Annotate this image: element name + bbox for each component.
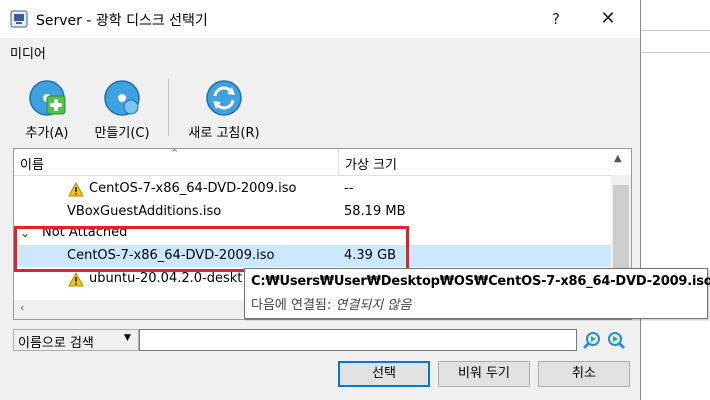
background-divider [640,30,710,31]
refresh-label: 새로 고침(R) [188,126,260,141]
menu-bar: 미디어 [0,38,640,64]
row-name: CentOS-7-x86_64-DVD-2009.iso [89,181,297,196]
background-divider [640,52,710,53]
sort-up-icon: ⌃ [170,148,180,160]
search-mode-select[interactable]: 이름으로 검색 ▼ [13,329,139,351]
close-button[interactable]: ✕ [588,6,628,32]
search-previous-icon[interactable] [581,329,603,351]
row-size: -- [344,181,354,196]
create-disk-icon [104,80,140,116]
row-size: 58.19 MB [344,204,406,219]
tree-row[interactable]: VBoxGuestAdditions.iso 58.19 MB [14,201,611,223]
warning-icon [68,272,84,287]
red-highlight-box [14,226,409,272]
scroll-left-icon[interactable]: ‹ [20,301,24,314]
tooltip-status-label: 다음에 연결됨: [251,298,332,313]
search-input[interactable] [139,329,577,351]
toolbar-separator [168,78,169,136]
tree-header: 이름 ⌃ 가상 크기 ▲ [14,149,631,176]
refresh-button[interactable]: 새로 고침(R) [178,78,270,141]
help-button[interactable]: ? [536,6,576,32]
row-name: ubuntu-20.04.2.0-deskt [89,271,243,286]
search-next-icon[interactable] [605,329,627,351]
virtualbox-app-icon [10,10,28,28]
optical-disk-selector-dialog: Server - 광학 디스크 선택기 ? ✕ 미디어 추가(A) 만들기(C) [0,0,641,400]
background-window [640,0,710,400]
warning-icon [68,182,84,197]
window-title: Server - 광학 디스크 선택기 [36,13,208,29]
tooltip-status: 다음에 연결됨: 연결되지 않음 [251,294,411,313]
search-mode-label: 이름으로 검색 [18,336,94,351]
cancel-button[interactable]: 취소 [538,361,630,387]
refresh-icon [206,80,242,116]
search-bar: 이름으로 검색 ▼ [13,329,630,351]
leave-empty-button[interactable]: 비워 두기 [438,361,530,387]
row-name: VBoxGuestAdditions.iso [67,204,222,219]
column-size-header[interactable]: 가상 크기 [345,154,397,173]
tree-row[interactable]: CentOS-7-x86_64-DVD-2009.iso -- [14,178,611,200]
toolbar: 추가(A) 만들기(C) 새로 고침(R) [0,64,640,144]
select-button[interactable]: 선택 [338,361,430,387]
scroll-up-icon[interactable]: ▲ [614,153,622,164]
menu-media[interactable]: 미디어 [10,43,46,62]
create-label: 만들기(C) [94,126,150,141]
dropdown-arrow-icon: ▼ [124,333,131,343]
tooltip-status-value: 연결되지 않음 [335,298,412,313]
column-separator[interactable] [338,149,339,175]
add-label: 추가(A) [25,126,69,141]
title-bar: Server - 광학 디스크 선택기 ? ✕ [0,0,640,38]
column-name-header[interactable]: 이름 [20,154,44,173]
add-disk-icon [29,80,66,116]
create-button[interactable]: 만들기(C) [86,78,158,141]
add-button[interactable]: 추가(A) [18,78,76,141]
file-path-tooltip: C:₩Users₩User₩Desktop₩OS₩CentOS-7-x86_64… [244,268,710,319]
tooltip-path: C:₩Users₩User₩Desktop₩OS₩CentOS-7-x86_64… [251,274,710,289]
